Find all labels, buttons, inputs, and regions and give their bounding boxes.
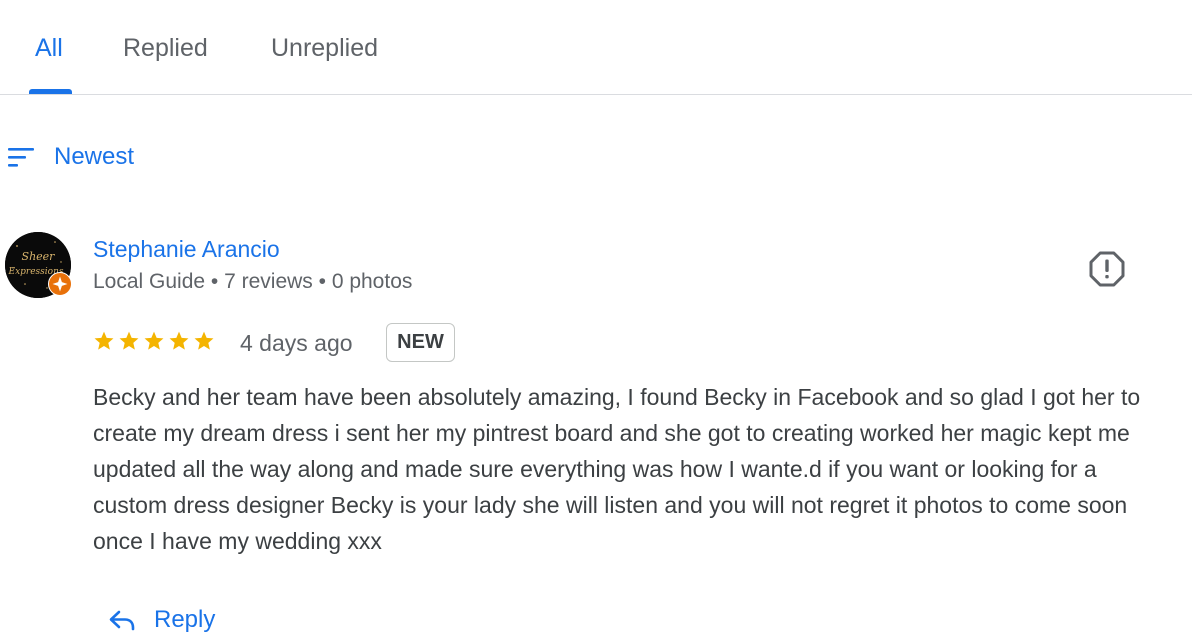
new-badge: NEW <box>386 323 455 362</box>
avatar[interactable]: Sheer Expressions <box>5 232 72 298</box>
sort-icon <box>8 148 34 167</box>
star-icon <box>94 331 114 350</box>
review-date: 4 days ago <box>240 330 353 356</box>
reviewer-meta: Local Guide • 7 reviews • 0 photos <box>93 270 413 293</box>
svg-text:Sheer: Sheer <box>22 250 56 263</box>
report-icon[interactable] <box>1088 250 1126 288</box>
rating-stars <box>93 330 215 352</box>
active-tab-indicator <box>29 89 72 94</box>
star-icon <box>144 331 164 350</box>
tab-all[interactable]: All <box>35 34 63 63</box>
tab-unreplied[interactable]: Unreplied <box>271 34 378 63</box>
local-guide-badge-icon <box>48 272 72 296</box>
sort-label: Newest <box>54 143 135 170</box>
tab-replied[interactable]: Replied <box>123 34 208 63</box>
star-icon <box>194 331 214 350</box>
star-icon <box>119 331 139 350</box>
review-filter-tabs: All Replied Unreplied <box>0 0 1192 95</box>
star-icon <box>169 331 189 350</box>
reviewer-name[interactable]: Stephanie Arancio <box>93 236 280 263</box>
sort-button[interactable]: Newest <box>8 140 134 174</box>
reply-icon <box>109 610 135 631</box>
reply-button[interactable]: Reply <box>108 606 215 634</box>
review-text: Becky and her team have been absolutely … <box>93 384 1141 554</box>
reply-label: Reply <box>154 606 216 633</box>
